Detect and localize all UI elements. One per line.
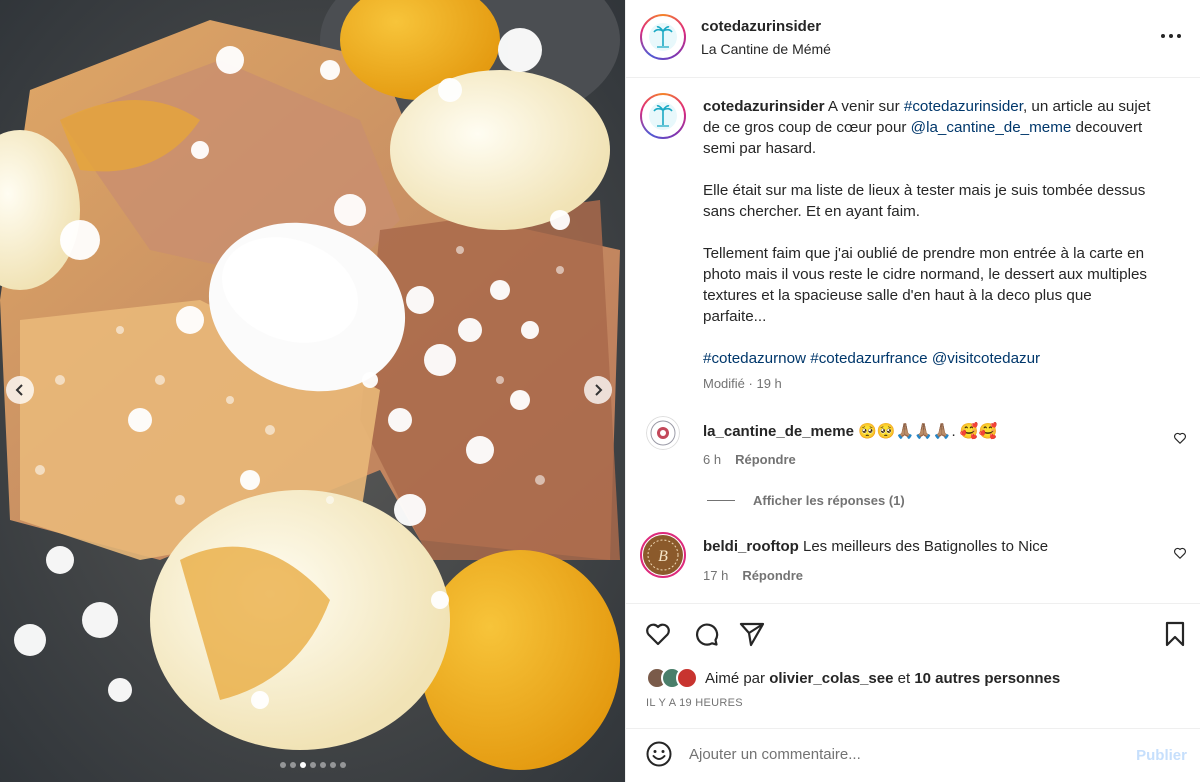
carousel-dot <box>309 762 316 768</box>
commenter-username[interactable]: la_cantine_de_meme <box>703 423 854 440</box>
divider-line <box>707 500 735 501</box>
carousel-dot <box>319 762 326 768</box>
liker-username[interactable]: olivier_colas_see <box>769 670 893 687</box>
caption-time[interactable]: 19 h <box>756 376 781 391</box>
caption-username[interactable]: cotedazurinsider <box>703 98 825 115</box>
rooftop-logo-icon: B <box>643 535 683 575</box>
commenter-avatar[interactable]: B <box>640 532 686 578</box>
post-sidebar: cotedazurinsider La Cantine de Mémé cote… <box>625 0 1200 782</box>
hashtag-link[interactable]: #cotedazurfrance <box>810 350 927 367</box>
edited-label: Modifié <box>703 376 745 391</box>
restaurant-logo-icon <box>646 416 680 450</box>
carousel-dot <box>339 762 346 768</box>
comment-time[interactable]: 17 h <box>703 568 728 583</box>
likes-prefix: Aimé par <box>705 669 770 687</box>
like-heart-icon[interactable] <box>644 620 672 648</box>
svg-text:B: B <box>658 548 668 565</box>
comment-meta: 17 h Répondre <box>703 568 803 583</box>
carousel-dot <box>329 762 336 768</box>
heart-icon[interactable] <box>1173 546 1187 560</box>
likes-text: Aimé par olivier_colas_see et 10 autres … <box>705 670 1060 687</box>
caption-paragraph: cotedazurinsider A venir sur #cotedazuri… <box>703 96 1158 159</box>
author-username[interactable]: cotedazurinsider <box>701 18 821 35</box>
commenter-username[interactable]: beldi_rooftop <box>703 538 799 555</box>
post-actions: Aimé par olivier_colas_see et 10 autres … <box>626 603 1200 715</box>
carousel-dot <box>289 762 296 768</box>
comment-time[interactable]: 6 h <box>703 452 721 467</box>
publish-button[interactable]: Publier <box>1136 747 1187 764</box>
post-location[interactable]: La Cantine de Mémé <box>701 41 831 57</box>
bookmark-icon[interactable] <box>1161 620 1189 648</box>
add-comment-bar: Publier <box>626 728 1200 782</box>
chevron-left-icon <box>15 384 23 396</box>
emoji-icon[interactable] <box>646 741 672 767</box>
likes-summary: Aimé par olivier_colas_see et 10 autres … <box>646 667 1060 689</box>
chevron-right-icon <box>595 384 603 396</box>
caption-text: A venir sur <box>824 98 904 115</box>
heart-icon[interactable] <box>1173 431 1187 445</box>
author-avatar[interactable] <box>640 14 686 60</box>
post-media[interactable] <box>0 0 625 782</box>
view-replies-button[interactable]: Afficher les réponses (1) <box>707 493 905 508</box>
carousel-prev-button[interactable] <box>6 376 34 404</box>
likes-others-link[interactable]: 10 autres personnes <box>914 670 1060 687</box>
dessert-photo <box>0 0 625 782</box>
palm-logo-icon <box>649 102 677 130</box>
reply-button[interactable]: Répondre <box>735 452 796 467</box>
comment-input[interactable] <box>689 741 1109 767</box>
comment-text: 🥺🥺🙏🏽🙏🏽🙏🏽. 🥰🥰 <box>853 423 998 440</box>
post-header: cotedazurinsider La Cantine de Mémé <box>626 0 1200 78</box>
comment-meta: 6 h Répondre <box>703 452 796 467</box>
comment-body: la_cantine_de_meme 🥺🥺🙏🏽🙏🏽🙏🏽. 🥰🥰 <box>703 422 997 440</box>
carousel-dot <box>279 762 286 768</box>
more-options-icon[interactable] <box>1159 30 1183 42</box>
comment-text: Les meilleurs des Batignolles to Nice <box>798 538 1049 555</box>
carousel-next-button[interactable] <box>584 376 612 404</box>
caption-paragraph: Elle était sur ma liste de lieux à teste… <box>703 182 1146 220</box>
caption-paragraph: Tellement faim que j'ai oublié de prendr… <box>703 245 1148 325</box>
commenter-avatar[interactable] <box>646 416 680 450</box>
carousel-dot <box>299 762 306 768</box>
carousel-indicator <box>0 762 625 768</box>
caption-tags: #cotedazurnow #cotedazurfrance @visitcot… <box>703 348 1158 369</box>
liker-avatar[interactable] <box>676 667 698 689</box>
palm-logo-icon <box>649 23 677 51</box>
comment-body: beldi_rooftop Les meilleurs des Batignol… <box>703 538 1048 555</box>
share-paper-plane-icon[interactable] <box>738 620 766 648</box>
post-caption: cotedazurinsider A venir sur #cotedazuri… <box>703 96 1158 390</box>
hashtag-link[interactable]: #cotedazurnow <box>703 350 806 367</box>
mention-link[interactable]: @visitcotedazur <box>932 350 1040 367</box>
comment-bubble-icon[interactable] <box>692 620 720 648</box>
caption-author-avatar[interactable] <box>640 93 686 139</box>
view-replies-label: Afficher les réponses (1) <box>753 493 905 508</box>
hashtag-link[interactable]: #cotedazurinsider <box>904 98 1023 115</box>
caption-meta: Modifié · 19 h <box>703 376 782 391</box>
likes-mid: et <box>893 669 915 687</box>
mention-link[interactable]: @la_cantine_de_meme <box>911 119 1072 136</box>
reply-button[interactable]: Répondre <box>742 568 803 583</box>
post-timestamp[interactable]: IL Y A 19 HEURES <box>646 697 743 709</box>
